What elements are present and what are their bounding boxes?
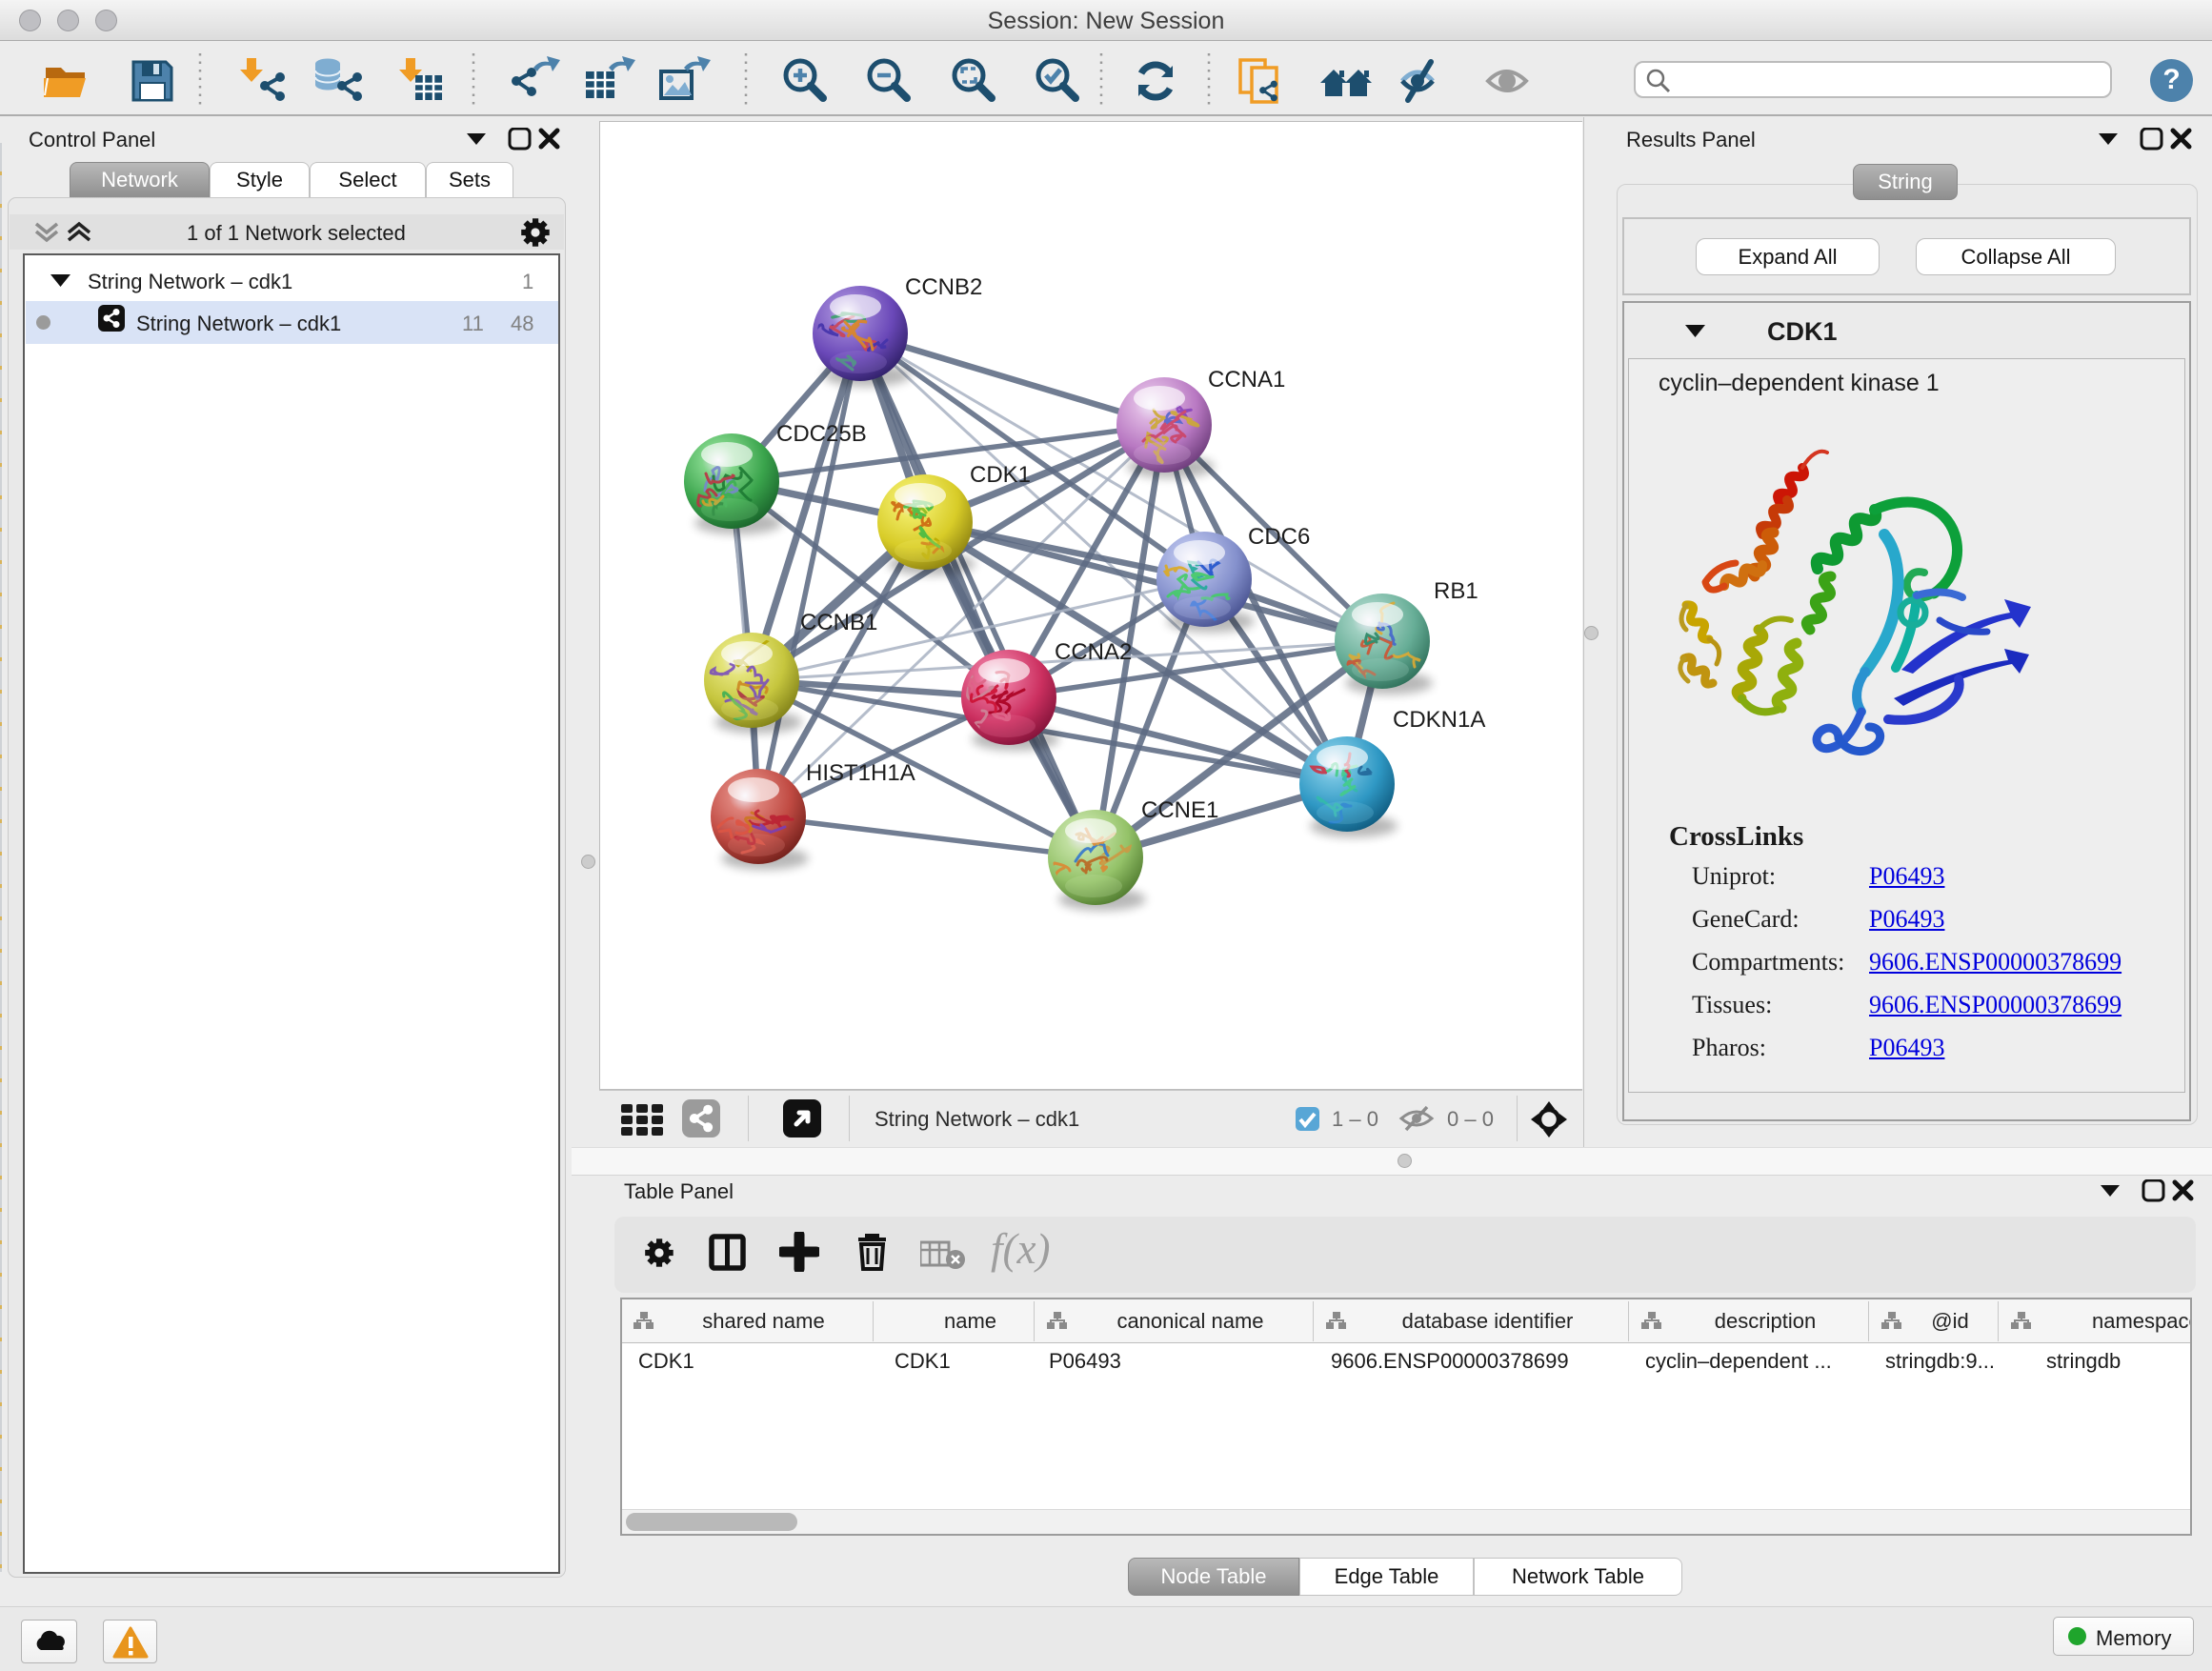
svg-text:CDC6: CDC6 [1248, 524, 1310, 550]
svg-text:CDKN1A: CDKN1A [1393, 707, 1485, 733]
svg-text:CCNA1: CCNA1 [1208, 367, 1285, 393]
svg-text:CDK1: CDK1 [970, 462, 1031, 488]
svg-text:CDC25B: CDC25B [776, 421, 867, 447]
svg-text:CCNB2: CCNB2 [905, 274, 982, 300]
svg-text:RB1: RB1 [1434, 578, 1478, 604]
svg-text:CCNE1: CCNE1 [1141, 797, 1218, 823]
svg-text:CCNA2: CCNA2 [1055, 639, 1132, 665]
svg-text:HIST1H1A: HIST1H1A [806, 760, 915, 786]
svg-text:CCNB1: CCNB1 [800, 610, 877, 635]
